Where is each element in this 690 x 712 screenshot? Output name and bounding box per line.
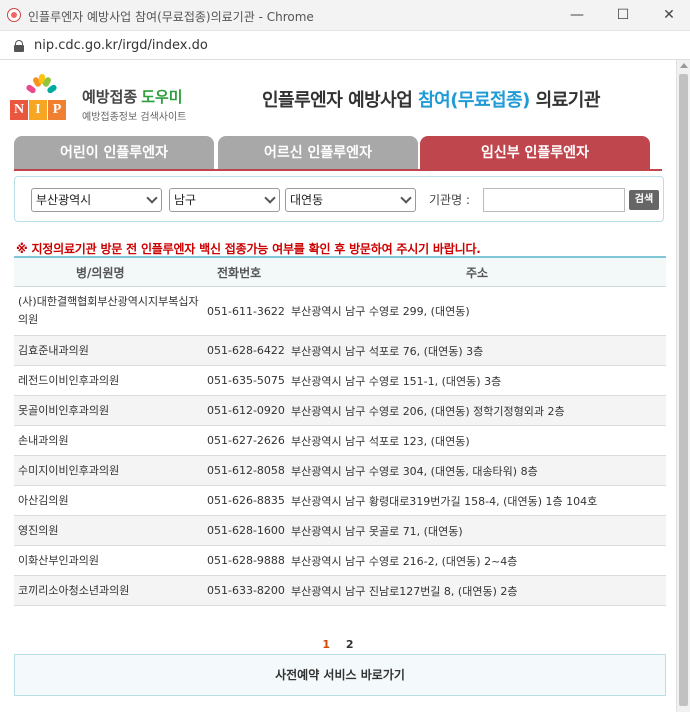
logo-sun-icon — [25, 74, 58, 96]
table-row: 영진의원 051-628-1600 부산광역시 남구 못골로 71, (대연동) — [14, 516, 666, 546]
window-title: 인플루엔자 예방사업 참여(무료접종)의료기관 - Chrome — [28, 10, 314, 24]
clinic-name-cell: 손내과의원 — [18, 433, 69, 447]
logo-letter-i: I — [29, 100, 47, 120]
table-row: 수미지이비인후과의원 051-612-8058 부산광역시 남구 수영로 304, … — [14, 456, 666, 486]
scroll-thumb[interactable] — [679, 74, 688, 706]
vertical-scrollbar[interactable] — [676, 60, 690, 712]
scroll-up-arrow-icon[interactable] — [680, 63, 688, 68]
phone-cell: 051-612-8058 — [207, 464, 285, 477]
phone-cell: 051-611-3622 — [207, 304, 285, 318]
dong-select[interactable]: 대연동 — [285, 188, 416, 212]
tab-bar: 어린이 인플루엔자 어르신 인플루엔자 임신부 인플루엔자 — [14, 136, 662, 170]
address-bar: nip.cdc.go.kr/irgd/index.do — [0, 31, 690, 60]
phone-cell: 051-635-5075 — [207, 374, 285, 387]
reservation-link-button[interactable]: 사전예약 서비스 바로가기 — [14, 654, 666, 696]
address-cell: 부산광역시 남구 수영로 299, (대연동) — [291, 305, 470, 318]
logo-letter-n: N — [10, 100, 28, 120]
district-select[interactable]: 남구 — [169, 188, 280, 212]
clinic-name-cell: 아산김의원 — [18, 493, 69, 507]
phone-cell: 051-612-0920 — [207, 404, 285, 417]
search-panel: 부산광역시 남구 대연동 기관명 : 검색 — [14, 176, 664, 222]
table-header: 병/의원명 전화번호 주소 — [14, 256, 666, 287]
address-cell: 부산광역시 남구 못골로 71, (대연동) — [291, 524, 463, 538]
title-bar: 인플루엔자 예방사업 참여(무료접종)의료기관 - Chrome — ☐ ✕ — [0, 0, 690, 31]
tab-children-flu[interactable]: 어린이 인플루엔자 — [14, 136, 214, 170]
table-row: 김효준내과의원 051-628-6422 부산광역시 남구 석포로 76, (대연동… — [14, 336, 666, 366]
pagination: 1 2 — [0, 638, 676, 651]
phone-cell: 051-626-8835 — [207, 494, 285, 507]
page-content: N I P 예방접종 도우미 예방접종정보 검색사이트 인플루엔자 예방사업 참여… — [0, 60, 676, 712]
app-icon — [7, 8, 21, 22]
page-current[interactable]: 1 — [322, 638, 330, 651]
chevron-down-icon — [264, 192, 276, 204]
org-name-label: 기관명 : — [429, 193, 470, 207]
clinic-name-cell: 김효준내과의원 — [18, 343, 89, 357]
table-row: 손내과의원 051-627-2626 부산광역시 남구 석포로 123, (대연동) — [14, 426, 666, 456]
page-title: 인플루엔자 예방사업 참여(무료접종) 의료기관 — [262, 90, 600, 111]
clinic-name-cell: 영진의원 — [18, 523, 59, 537]
table-row: 아산김의원 051-626-8835 부산광역시 남구 황령대로319번가길 158… — [14, 486, 666, 516]
table-body: (사)대한결핵협회부산광역시지부복십자의원 051-611-3622 부산광역시 남… — [14, 287, 666, 606]
table-row: (사)대한결핵협회부산광역시지부복십자의원 051-611-3622 부산광역시 남… — [14, 287, 666, 336]
logo-letter-p: P — [48, 100, 66, 120]
header-name: 병/의원명 — [76, 266, 125, 280]
table-row: 코끼리소아청소년과의원 051-633-8200 부산광역시 남구 진남로127번길… — [14, 576, 666, 606]
brand-name: 예방접종 도우미 — [82, 88, 183, 106]
nip-logo[interactable]: N I P — [10, 70, 72, 124]
notice-text: ※ 지정의료기관 방문 전 인플루엔자 백신 접종가능 여부를 확인 후 방문하… — [16, 242, 481, 256]
address-cell: 부산광역시 남구 수영로 206, (대연동) 정학기정형외과 2층 — [291, 404, 565, 418]
phone-cell: 051-633-8200 — [207, 584, 285, 597]
page-link[interactable]: 2 — [346, 638, 354, 651]
search-button[interactable]: 검색 — [629, 190, 659, 210]
lock-icon — [14, 40, 24, 52]
clinic-name-cell: 이화산부인과의원 — [18, 553, 99, 567]
table-row: 레전드이비인후과의원 051-635-5075 부산광역시 남구 수영로 151-1… — [14, 366, 666, 396]
maximize-button[interactable]: ☐ — [609, 4, 637, 26]
url-text[interactable]: nip.cdc.go.kr/irgd/index.do — [34, 38, 208, 53]
tab-elderly-flu[interactable]: 어르신 인플루엔자 — [218, 136, 418, 170]
tab-pregnant-flu[interactable]: 임신부 인플루엔자 — [420, 136, 650, 170]
close-button[interactable]: ✕ — [655, 4, 683, 26]
phone-cell: 051-628-1600 — [207, 524, 285, 537]
address-cell: 부산광역시 남구 수영로 151-1, (대연동) 3층 — [291, 374, 502, 388]
tab-underline — [14, 169, 662, 171]
city-select[interactable]: 부산광역시 — [31, 188, 162, 212]
phone-cell: 051-628-9888 — [207, 554, 285, 567]
header-addr: 주소 — [466, 266, 489, 280]
chevron-down-icon — [400, 192, 412, 204]
phone-cell: 051-628-6422 — [207, 344, 285, 357]
header-tel: 전화번호 — [217, 266, 262, 280]
address-cell: 부산광역시 남구 수영로 216-2, (대연동) 2~4층 — [291, 554, 518, 568]
clinic-table: 병/의원명 전화번호 주소 (사)대한결핵협회부산광역시지부복십자의원 051-6… — [14, 256, 666, 606]
address-cell: 부산광역시 남구 황령대로319번가길 158-4, (대연동) 1층 104호 — [291, 494, 598, 508]
clinic-name-cell: 못골이비인후과의원 — [18, 403, 110, 417]
table-row: 이화산부인과의원 051-628-9888 부산광역시 남구 수영로 216-2, … — [14, 546, 666, 576]
address-cell: 부산광역시 남구 수영로 304, (대연동, 대송타워) 8층 — [291, 464, 538, 478]
clinic-name-cell: 코끼리소아청소년과의원 — [18, 583, 130, 597]
address-cell: 부산광역시 남구 석포로 76, (대연동) 3층 — [291, 344, 484, 358]
org-name-input[interactable] — [483, 188, 625, 212]
chevron-down-icon — [146, 192, 158, 204]
address-cell: 부산광역시 남구 석포로 123, (대연동) — [291, 434, 470, 448]
address-cell: 부산광역시 남구 진남로127번길 8, (대연동) 2층 — [291, 584, 518, 598]
clinic-name-cell: (사)대한결핵협회부산광역시지부복십자의원 — [18, 295, 199, 326]
brand-subtitle: 예방접종정보 검색사이트 — [82, 112, 187, 123]
clinic-name-cell: 수미지이비인후과의원 — [18, 463, 120, 477]
clinic-name-cell: 레전드이비인후과의원 — [18, 373, 120, 387]
phone-cell: 051-627-2626 — [207, 434, 285, 447]
table-row: 못골이비인후과의원 051-612-0920 부산광역시 남구 수영로 206, (… — [14, 396, 666, 426]
minimize-button[interactable]: — — [563, 4, 591, 26]
